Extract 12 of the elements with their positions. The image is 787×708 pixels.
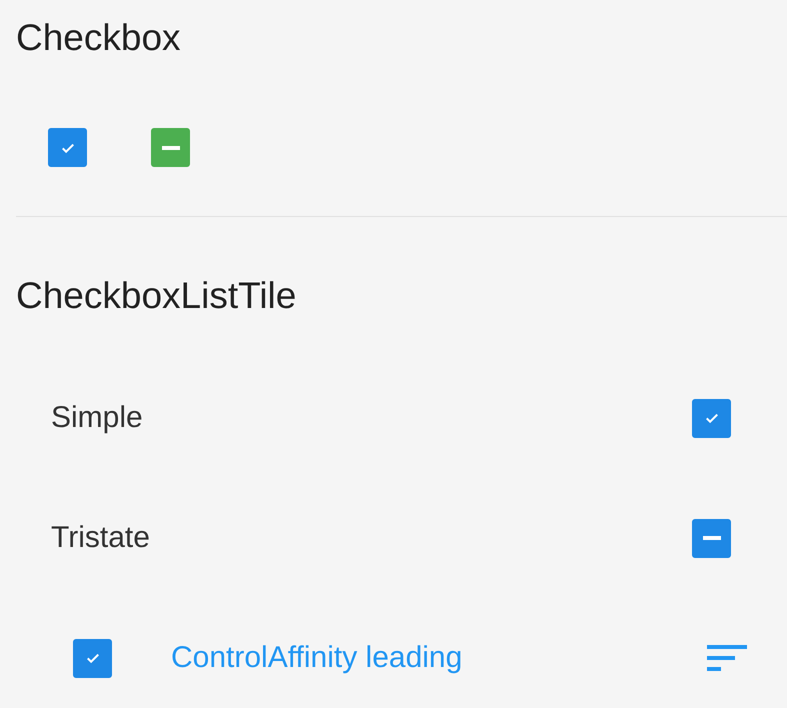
checkbox[interactable] [151,128,190,167]
dash-icon [162,146,180,150]
tile-label: Tristate [51,521,151,555]
checkbox[interactable] [48,128,87,167]
tile-label: ControlAffinity leading [171,641,464,675]
section-title: CheckboxListTile [16,274,298,318]
tile-label: Simple [51,401,144,435]
checkbox[interactable] [692,398,731,438]
dash-icon [702,536,720,540]
section-title: Checkbox [16,16,182,60]
checkbox[interactable] [692,518,731,558]
checkbox[interactable] [73,638,112,678]
